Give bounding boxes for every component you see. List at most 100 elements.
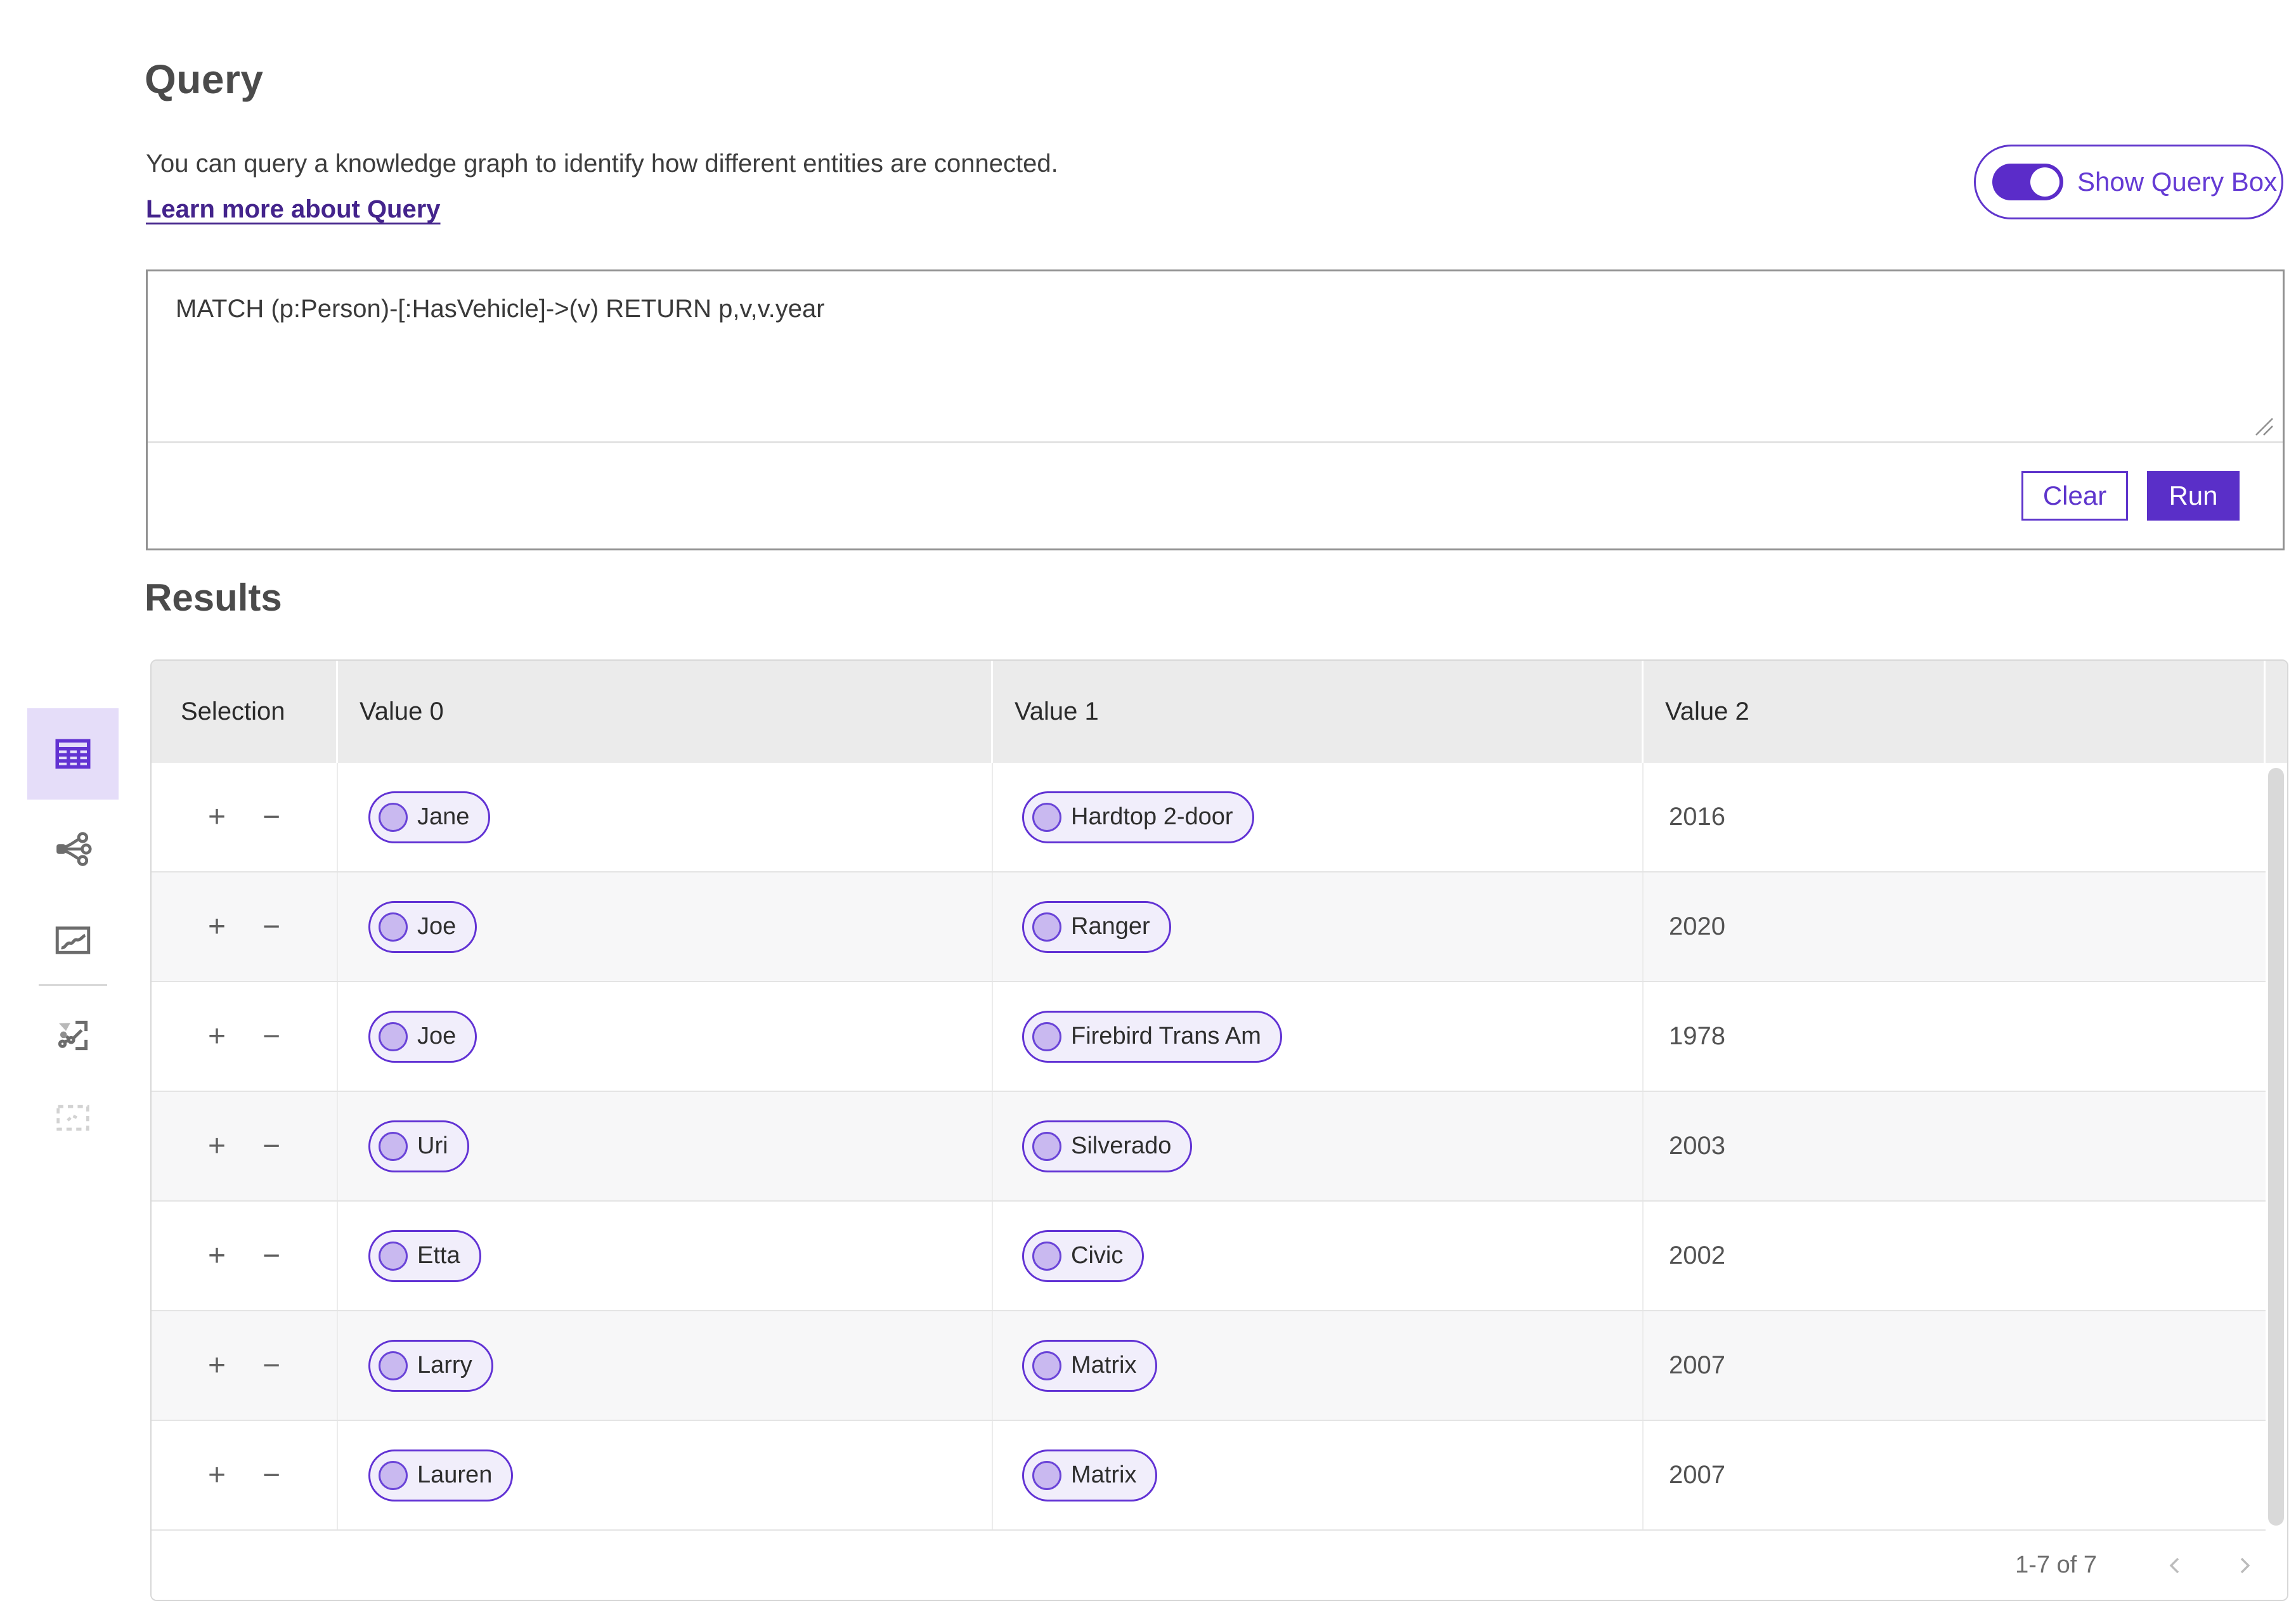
learn-more-link[interactable]: Learn more about Query <box>146 195 441 224</box>
expand-selection-button[interactable]: + <box>204 1018 230 1056</box>
year-value: 2016 <box>1669 803 1725 831</box>
remove-selection-button[interactable]: − <box>259 1237 284 1275</box>
table-row: + − Joe Firebird Trans Am 1978 <box>152 982 2266 1092</box>
value2-cell: 2016 <box>1644 763 2266 871</box>
toggle-knob <box>2030 167 2059 197</box>
graph-view-icon <box>56 832 92 866</box>
sidebar-divider <box>39 984 107 986</box>
year-value: 2003 <box>1669 1132 1725 1160</box>
node-circle-icon <box>379 912 408 942</box>
expand-selection-button[interactable]: + <box>204 1347 230 1385</box>
table-pagination: 1-7 of 7 <box>152 1531 2287 1600</box>
selection-view-icon <box>56 1105 89 1131</box>
remove-selection-button[interactable]: − <box>259 1018 284 1056</box>
value0-cell: Etta <box>338 1202 993 1310</box>
pagination-range: 1-7 of 7 <box>2015 1552 2097 1578</box>
page-title: Query <box>145 56 264 102</box>
toggle-switch-icon[interactable] <box>1992 164 2063 200</box>
entity-pill[interactable]: Matrix <box>1022 1449 1158 1501</box>
table-scrollbar[interactable] <box>2266 763 2287 1531</box>
toggle-label: Show Query Box <box>2077 167 2278 197</box>
table-row: + − Joe Ranger 2020 <box>152 872 2266 982</box>
value2-cell: 2007 <box>1644 1311 2266 1420</box>
entity-pill[interactable]: Silverado <box>1022 1120 1193 1172</box>
entity-label: Joe <box>417 1023 457 1049</box>
entity-label: Civic <box>1071 1242 1124 1269</box>
sidebar-item-table-view[interactable] <box>27 708 119 800</box>
query-input[interactable]: MATCH (p:Person)-[:HasVehicle]->(v) RETU… <box>148 271 2283 441</box>
entity-label: Larry <box>417 1352 472 1378</box>
column-header-scrollbar-gutter <box>2266 661 2287 763</box>
entity-pill[interactable]: Joe <box>368 900 477 953</box>
remove-selection-button[interactable]: − <box>259 908 284 946</box>
remove-selection-button[interactable]: − <box>259 1456 284 1495</box>
node-circle-icon <box>1032 1241 1061 1271</box>
expand-selection-button[interactable]: + <box>204 908 230 946</box>
value0-cell: Jane <box>338 763 993 871</box>
node-circle-icon <box>379 1241 408 1271</box>
expand-selection-button[interactable]: + <box>204 798 230 836</box>
node-circle-icon <box>1032 1022 1061 1051</box>
entity-pill[interactable]: Larry <box>368 1339 493 1392</box>
node-circle-icon <box>1032 1131 1061 1161</box>
selection-cell: + − <box>152 872 338 981</box>
expand-selection-button[interactable]: + <box>204 1456 230 1495</box>
clear-button[interactable]: Clear <box>2021 471 2128 521</box>
entity-label: Uri <box>417 1132 448 1159</box>
value1-cell: Matrix <box>993 1421 1644 1529</box>
entity-pill[interactable]: Civic <box>1022 1229 1145 1282</box>
column-header-selection: Selection <box>152 661 338 763</box>
entity-label: Ranger <box>1071 913 1150 940</box>
expand-selection-button[interactable]: + <box>204 1127 230 1165</box>
entity-label: Matrix <box>1071 1462 1137 1488</box>
value0-cell: Lauren <box>338 1421 993 1529</box>
value0-cell: Larry <box>338 1311 993 1420</box>
table-body: + − Jane Hardtop 2-door 2016 + − Joe Ran… <box>152 763 2287 1531</box>
value2-cell: 1978 <box>1644 982 2266 1091</box>
value1-cell: Silverado <box>993 1092 1644 1200</box>
entity-pill[interactable]: Etta <box>368 1229 481 1282</box>
sidebar-item-graph-view[interactable] <box>27 817 119 881</box>
value1-cell: Civic <box>993 1202 1644 1310</box>
resize-handle-icon[interactable] <box>2251 413 2276 439</box>
sidebar-item-graph-frame-view[interactable] <box>27 1004 119 1067</box>
year-value: 2002 <box>1669 1242 1725 1269</box>
remove-selection-button[interactable]: − <box>259 1127 284 1165</box>
graph-frame-view-icon <box>58 1020 88 1051</box>
node-circle-icon <box>1032 802 1061 832</box>
chevron-left-icon <box>2169 1557 2179 1573</box>
remove-selection-button[interactable]: − <box>259 1347 284 1385</box>
value1-cell: Hardtop 2-door <box>993 763 1644 871</box>
entity-pill[interactable]: Lauren <box>368 1449 514 1501</box>
show-query-box-toggle[interactable]: Show Query Box <box>1974 145 2283 219</box>
table-row: + − Jane Hardtop 2-door 2016 <box>152 763 2266 872</box>
sidebar-item-chart-view[interactable] <box>27 909 119 972</box>
entity-label: Jane <box>417 803 470 830</box>
value0-cell: Uri <box>338 1092 993 1200</box>
selection-cell: + − <box>152 763 338 871</box>
entity-pill[interactable]: Uri <box>368 1120 469 1172</box>
table-header-row: Selection Value 0 Value 1 Value 2 <box>152 661 2287 763</box>
column-header-value2: Value 2 <box>1644 661 2266 763</box>
entity-pill[interactable]: Matrix <box>1022 1339 1158 1392</box>
entity-pill[interactable]: Hardtop 2-door <box>1022 791 1254 843</box>
entity-pill[interactable]: Joe <box>368 1010 477 1063</box>
column-header-value0: Value 0 <box>338 661 993 763</box>
entity-pill[interactable]: Jane <box>368 791 491 843</box>
pagination-next-button[interactable] <box>2226 1548 2262 1583</box>
value1-cell: Ranger <box>993 872 1644 981</box>
entity-label: Silverado <box>1071 1132 1172 1159</box>
remove-selection-button[interactable]: − <box>259 798 284 836</box>
entity-pill[interactable]: Ranger <box>1022 900 1171 953</box>
results-table: Selection Value 0 Value 1 Value 2 + − Ja… <box>150 659 2288 1601</box>
expand-selection-button[interactable]: + <box>204 1237 230 1275</box>
year-value: 2007 <box>1669 1351 1725 1379</box>
chart-view-icon <box>55 926 91 954</box>
entity-pill[interactable]: Firebird Trans Am <box>1022 1010 1282 1063</box>
entity-label: Etta <box>417 1242 460 1269</box>
table-row: + − Larry Matrix 2007 <box>152 1311 2266 1421</box>
scrollbar-thumb[interactable] <box>2268 768 2284 1526</box>
entity-label: Matrix <box>1071 1352 1137 1378</box>
pagination-prev-button[interactable] <box>2158 1548 2193 1583</box>
run-button[interactable]: Run <box>2147 471 2240 521</box>
